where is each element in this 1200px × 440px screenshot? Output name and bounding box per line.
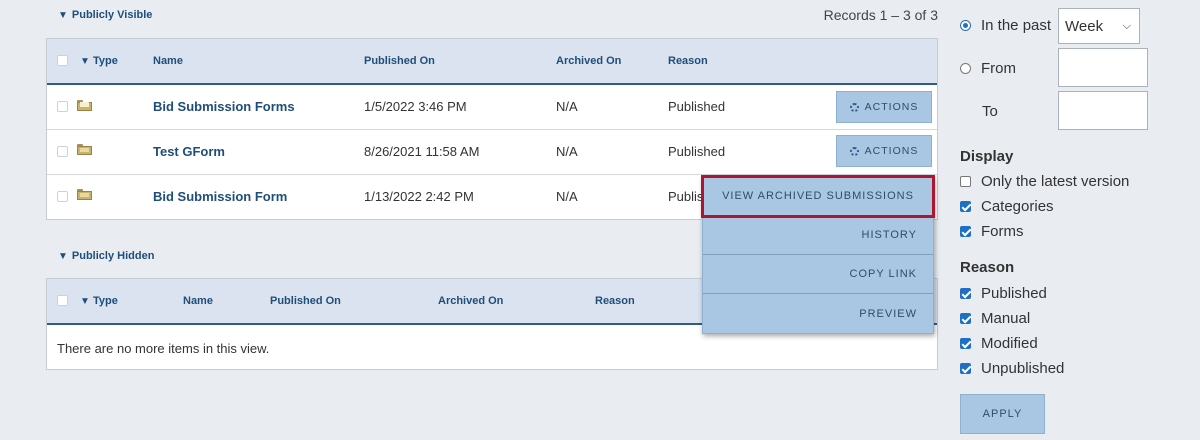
- gear-icon: [849, 146, 859, 156]
- from-date-input[interactable]: [1058, 48, 1148, 87]
- reason-column-header[interactable]: Reason: [668, 55, 708, 67]
- from-label: From: [981, 60, 1016, 77]
- table-row: Test GForm 8/26/2021 11:58 AM N/A Publis…: [47, 130, 937, 175]
- archived-on-column-header[interactable]: Archived On: [556, 55, 621, 67]
- select-all-checkbox[interactable]: [57, 295, 68, 306]
- row-checkbox[interactable]: [57, 146, 68, 157]
- display-option-forms[interactable]: Forms: [960, 223, 1024, 240]
- forms-checkbox[interactable]: [960, 226, 971, 237]
- reason-column-header[interactable]: Reason: [595, 295, 635, 307]
- reason-heading: Reason: [960, 259, 1015, 276]
- filter-panel: In the past Week ⌵ From To Display Only …: [958, 0, 1200, 440]
- sort-down-icon: ▼: [80, 296, 90, 307]
- item-name-link[interactable]: Test GForm: [153, 144, 225, 159]
- display-option-categories[interactable]: Categories: [960, 198, 1054, 215]
- reason-option-modified[interactable]: Modified: [960, 335, 1038, 352]
- apply-button[interactable]: APPLY: [960, 394, 1045, 434]
- in-the-past-radio[interactable]: [960, 20, 971, 31]
- published-on-column-header[interactable]: Published On: [270, 295, 341, 307]
- display-heading: Display: [960, 148, 1014, 165]
- from-radio[interactable]: [960, 63, 971, 74]
- section-title-hidden: Publicly Hidden: [71, 250, 155, 262]
- form-icon: [77, 189, 92, 200]
- item-name-link[interactable]: Bid Submission Forms: [153, 99, 295, 114]
- reason-value: Published: [668, 144, 726, 159]
- archived-on-value: N/A: [556, 189, 578, 204]
- type-column-header[interactable]: ▼ Type: [80, 55, 118, 67]
- form-icon: [77, 144, 92, 155]
- triangle-down-icon: ▼: [58, 9, 68, 21]
- publicly-visible-toggle[interactable]: ▼ Publicly Visible: [58, 9, 152, 21]
- actions-button[interactable]: ACTIONS: [836, 91, 932, 123]
- archived-on-value: N/A: [556, 144, 578, 159]
- menu-item-view-archived-submissions[interactable]: VIEW ARCHIVED SUBMISSIONS: [701, 175, 935, 218]
- manual-checkbox[interactable]: [960, 313, 971, 324]
- archived-on-value: N/A: [556, 99, 578, 114]
- reason-value: Published: [668, 99, 726, 114]
- select-all-checkbox[interactable]: [57, 55, 68, 66]
- published-checkbox[interactable]: [960, 288, 971, 299]
- published-on-value: 1/5/2022 3:46 PM: [364, 99, 467, 114]
- name-column-header[interactable]: Name: [153, 55, 183, 67]
- latest-version-checkbox[interactable]: [960, 176, 971, 187]
- published-on-column-header[interactable]: Published On: [364, 55, 435, 67]
- actions-button[interactable]: ACTIONS: [836, 135, 932, 167]
- item-name-link[interactable]: Bid Submission Form: [153, 189, 287, 204]
- row-checkbox[interactable]: [57, 101, 68, 112]
- actions-menu: VIEW ARCHIVED SUBMISSIONS HISTORY COPY L…: [701, 175, 935, 334]
- empty-message: There are no more items in this view.: [57, 341, 270, 356]
- folder-open-icon: [77, 100, 92, 111]
- name-column-header[interactable]: Name: [183, 295, 213, 307]
- reason-option-unpublished[interactable]: Unpublished: [960, 360, 1064, 377]
- menu-item-copy-link[interactable]: COPY LINK: [703, 255, 933, 294]
- published-on-value: 8/26/2021 11:58 AM: [364, 144, 480, 159]
- published-on-value: 1/13/2022 2:42 PM: [364, 189, 474, 204]
- menu-item-preview[interactable]: PREVIEW: [703, 294, 933, 333]
- categories-checkbox[interactable]: [960, 201, 971, 212]
- reason-option-published[interactable]: Published: [960, 285, 1047, 302]
- type-column-header[interactable]: ▼ Type: [80, 295, 118, 307]
- visible-grid-header: ▼ Type Name Published On Archived On Rea…: [47, 39, 937, 85]
- menu-item-history[interactable]: HISTORY: [703, 216, 933, 255]
- records-count: Records 1 – 3 of 3: [823, 7, 938, 23]
- in-the-past-option[interactable]: In the past: [960, 17, 1051, 34]
- triangle-down-icon: ▼: [58, 250, 68, 262]
- from-option[interactable]: From: [960, 60, 1016, 77]
- to-label: To: [982, 103, 998, 120]
- sort-down-icon: ▼: [80, 56, 90, 67]
- reason-option-manual[interactable]: Manual: [960, 310, 1030, 327]
- row-checkbox[interactable]: [57, 191, 68, 202]
- section-title-visible: Publicly Visible: [71, 9, 153, 21]
- to-row: To: [982, 103, 998, 120]
- archived-on-column-header[interactable]: Archived On: [438, 295, 503, 307]
- to-date-input[interactable]: [1058, 91, 1148, 130]
- modified-checkbox[interactable]: [960, 338, 971, 349]
- in-the-past-label: In the past: [981, 17, 1052, 34]
- display-option-latest-version[interactable]: Only the latest version: [960, 173, 1129, 190]
- gear-icon: [849, 102, 859, 112]
- period-select[interactable]: Week ⌵: [1058, 8, 1140, 44]
- publicly-hidden-toggle[interactable]: ▼ Publicly Hidden: [58, 250, 154, 262]
- table-row: Bid Submission Forms 1/5/2022 3:46 PM N/…: [47, 85, 937, 130]
- chevron-down-icon: ⌵: [1122, 19, 1131, 32]
- unpublished-checkbox[interactable]: [960, 363, 971, 374]
- reason-value: Publis: [668, 189, 704, 204]
